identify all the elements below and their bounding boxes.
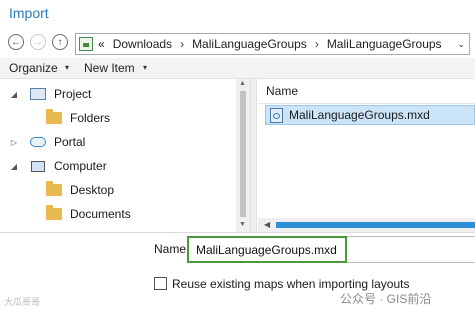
tree-item-label: Documents (70, 207, 131, 221)
tree-item-folders[interactable]: Folders (46, 106, 110, 130)
tree-item-computer[interactable]: ◢ Computer (8, 154, 107, 178)
back-button[interactable]: ← (8, 34, 24, 50)
tree-item-label: Project (54, 87, 92, 101)
mxd-file-icon (270, 107, 283, 123)
scrollbar-thumb[interactable] (276, 222, 475, 228)
computer-icon (31, 160, 45, 172)
chevron-right-icon[interactable]: › (180, 37, 184, 51)
tree-item-label: Computer (54, 159, 107, 173)
tree-scrollbar[interactable]: ▲ ▼ (236, 79, 250, 232)
watermark-left: 大瓜哥哥 (4, 297, 41, 307)
file-name: MaliLanguageGroups.mxd (289, 108, 430, 122)
header-divider (258, 103, 475, 104)
divider (0, 232, 475, 233)
reuse-maps-checkbox[interactable] (154, 277, 167, 290)
column-header-name[interactable]: Name (266, 84, 298, 98)
scroll-down-icon[interactable]: ▼ (239, 221, 246, 228)
scroll-up-icon[interactable]: ▲ (239, 80, 246, 87)
address-bar[interactable]: « Downloads › MaliLanguageGroups › MaliL… (75, 33, 470, 55)
file-row[interactable]: MaliLanguageGroups.mxd (265, 105, 475, 125)
content-horizontal-scrollbar[interactable]: ◀ (258, 218, 475, 232)
tree-item-portal[interactable]: ▷ Portal (8, 130, 85, 154)
expanded-arrow-icon[interactable]: ◢ (8, 162, 20, 171)
project-icon (30, 88, 46, 100)
reuse-maps-label[interactable]: Reuse existing maps when importing layou… (172, 277, 409, 291)
toolbar: Organize ▾ New Item ▾ (0, 58, 475, 79)
tree-item-project[interactable]: ◢ Project (8, 82, 91, 106)
new-item-menu[interactable]: New Item (84, 61, 135, 75)
scrollbar-thumb[interactable] (240, 91, 246, 217)
name-input[interactable] (187, 236, 347, 263)
tree-item-label: Portal (54, 135, 86, 149)
name-label: Name (154, 242, 187, 256)
folder-icon (46, 205, 62, 220)
back-arrow-icon: ← (11, 36, 21, 48)
folder-icon (46, 109, 62, 124)
watermark-right: 公众号 · GIS前沿 (340, 292, 432, 306)
folder-icon (46, 181, 62, 196)
collapsed-arrow-icon[interactable]: ▷ (8, 138, 20, 147)
location-icon (79, 37, 93, 51)
chevron-right-icon[interactable]: › (315, 37, 319, 51)
expanded-arrow-icon[interactable]: ◢ (8, 90, 20, 99)
breadcrumb: « Downloads › MaliLanguageGroups › MaliL… (98, 37, 450, 51)
organize-menu[interactable]: Organize (9, 61, 58, 75)
tree-item-label: Desktop (70, 183, 115, 197)
cloud-icon (30, 137, 46, 147)
chevron-down-icon[interactable]: ⌄ (457, 39, 465, 50)
dialog-title: Import (9, 5, 49, 21)
breadcrumb-item-downloads[interactable]: Downloads (113, 37, 172, 51)
pane-splitter[interactable] (250, 79, 257, 232)
navigation-tree: ◢ Project Folders ▷ Portal ◢ Computer De… (0, 79, 250, 232)
forward-button[interactable]: → (30, 34, 46, 50)
breadcrumb-item-mali-language-groups[interactable]: MaliLanguageGroups (192, 37, 307, 51)
tree-item-documents[interactable]: Documents (46, 202, 131, 226)
up-button[interactable]: ↑ (52, 34, 68, 50)
up-arrow-icon: ↑ (57, 36, 63, 48)
tree-item-desktop[interactable]: Desktop (46, 178, 114, 202)
forward-arrow-icon: → (33, 36, 43, 48)
breadcrumb-item-mali-language-groups-sub[interactable]: MaliLanguageGroups (327, 37, 442, 51)
scroll-left-icon[interactable]: ◀ (264, 220, 270, 229)
tree-item-label: Folders (70, 111, 111, 125)
new-item-caret-icon[interactable]: ▾ (143, 63, 147, 72)
organize-caret-icon[interactable]: ▾ (65, 63, 69, 72)
breadcrumb-overflow[interactable]: « (98, 37, 105, 51)
name-field-background (347, 236, 475, 263)
